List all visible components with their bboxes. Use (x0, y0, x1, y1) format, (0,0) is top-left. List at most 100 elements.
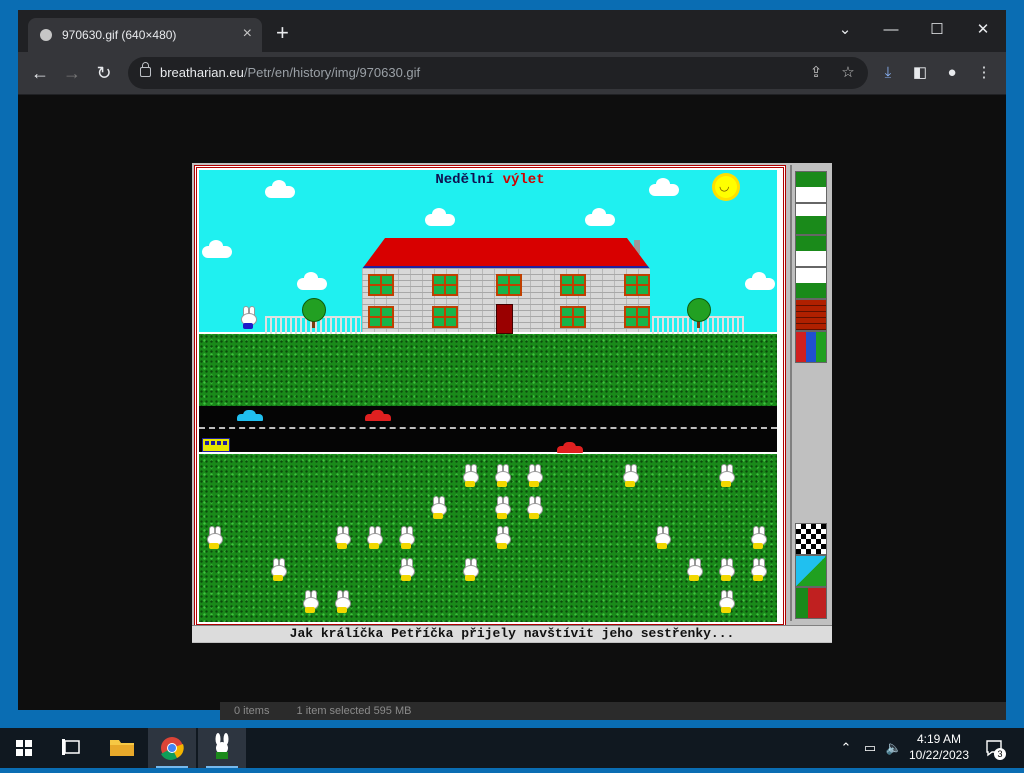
star-icon[interactable]: ☆ (838, 63, 858, 83)
cousin-bunny (494, 464, 511, 487)
bunny-pose-icon[interactable] (795, 203, 827, 235)
house-window (560, 306, 586, 328)
new-tab-button[interactable]: + (276, 22, 289, 44)
address-bar[interactable]: breatharian.eu/Petr/en/history/img/97063… (128, 57, 868, 89)
taskbar: ⌃ ▭ 🔈 4:19 AM 10/22/2023 3 (0, 728, 1024, 768)
cousin-bunny (270, 558, 287, 581)
folder-glyph (110, 740, 134, 756)
tab-title: 970630.gif (640×480) (62, 28, 177, 42)
checkers-icon[interactable] (795, 523, 827, 555)
tree-icon (687, 298, 711, 322)
back-icon[interactable]: ← (28, 61, 52, 85)
lane-marking (199, 427, 777, 429)
tab-active[interactable]: 970630.gif (640×480) × (28, 18, 262, 52)
close-window-button[interactable]: ✕ (960, 16, 1006, 44)
minimize-button[interactable]: — (868, 16, 914, 44)
cousin-bunny (334, 590, 351, 613)
notification-count-badge: 3 (994, 748, 1006, 760)
bunny-pose-icon[interactable] (795, 267, 827, 299)
task-view-glyph (62, 739, 80, 755)
clock-date: 10/22/2023 (908, 748, 970, 762)
menu-icon[interactable]: ⋮ (974, 63, 994, 83)
cousin-bunny (718, 590, 735, 613)
cousin-bunny (750, 558, 767, 581)
cousin-bunny (750, 526, 767, 549)
cloud-icon (297, 272, 327, 290)
house-window (496, 274, 522, 296)
cousin-bunny (494, 526, 511, 549)
car-icon (365, 410, 391, 421)
game-title-part2: výlet (502, 172, 545, 188)
tab-search-chevron-icon[interactable]: ⌄ (822, 16, 868, 44)
clock-time: 4:19 AM (916, 732, 962, 746)
cousin-bunny (302, 590, 319, 613)
explorer-status-bar: 0 items 1 item selected 595 MB (220, 702, 1006, 720)
maximize-button[interactable]: ☐ (914, 16, 960, 44)
cousin-bunny (462, 464, 479, 487)
bus-icon (202, 438, 230, 452)
download-icon[interactable]: ⤓ (878, 63, 898, 83)
grass-lower (199, 454, 777, 622)
chevron-up-icon[interactable]: ⌃ (838, 738, 854, 758)
sidepanel-icon[interactable]: ◧ (910, 63, 930, 83)
house-roof (362, 238, 650, 269)
bunny-pose-icon[interactable] (795, 171, 827, 203)
forward-icon[interactable]: → (60, 61, 84, 85)
system-clock[interactable]: 4:19 AM 10/22/2023 (904, 731, 974, 763)
sun-icon (715, 176, 737, 198)
road (199, 406, 777, 452)
cousin-bunny (622, 464, 639, 487)
cloud-icon (265, 180, 295, 198)
cloud-icon (585, 208, 615, 226)
profile-icon[interactable]: ● (942, 63, 962, 83)
tab-close-icon[interactable]: × (243, 25, 252, 43)
windows-logo (16, 740, 32, 756)
tiles-icon[interactable] (795, 331, 827, 363)
house-window (432, 306, 458, 328)
share-icon[interactable]: ⇪ (806, 63, 826, 83)
lock-icon[interactable] (140, 62, 151, 77)
url-host: breatharian.eu (160, 65, 244, 80)
bunny-glyph (215, 733, 229, 759)
paint-icon[interactable] (795, 555, 827, 587)
task-view-icon[interactable] (48, 728, 96, 768)
notification-icon[interactable]: 3 (982, 738, 1006, 764)
grass-upper (199, 334, 777, 406)
cousin-bunny (718, 558, 735, 581)
tab-strip: 970630.gif (640×480) × + ⌄ — ☐ ✕ (18, 10, 1006, 52)
volume-muted-icon[interactable]: 🔈 (884, 738, 904, 758)
page-content: Nedělní výlet ◡ Jak králíčka Petříčka př… (18, 95, 1006, 710)
brick-wall-icon[interactable] (795, 299, 827, 331)
game-caption: Jak králíčka Petříčka přijely navštívit … (192, 625, 832, 642)
network-icon[interactable]: ▭ (860, 738, 880, 758)
game-image: Nedělní výlet ◡ Jak králíčka Petříčka př… (192, 163, 832, 643)
car-icon (237, 410, 263, 421)
cousin-bunny (718, 464, 735, 487)
file-explorer-icon[interactable] (98, 728, 146, 768)
bunny-app-icon[interactable] (198, 728, 246, 768)
cousin-bunny (206, 526, 223, 549)
explorer-item-count: 0 items (234, 705, 270, 717)
url-path: /Petr/en/history/img/970630.gif (243, 65, 421, 80)
house-window (624, 274, 650, 296)
cousin-bunny (526, 496, 543, 519)
house-window (368, 306, 394, 328)
explorer-selection: 1 item selected 595 MB (296, 705, 412, 717)
cousin-bunny (462, 558, 479, 581)
petricek-bunny (240, 306, 257, 329)
reload-icon[interactable]: ↻ (92, 61, 116, 85)
chrome-icon[interactable] (148, 728, 196, 768)
cloud-icon (202, 240, 232, 258)
bunny-pose-icon[interactable] (795, 235, 827, 267)
windows-start-icon[interactable] (0, 728, 48, 768)
browser-window: 970630.gif (640×480) × + ⌄ — ☐ ✕ ← → ↻ b… (18, 10, 1006, 710)
house-window (624, 306, 650, 328)
exit-door-icon[interactable] (795, 587, 827, 619)
cousin-bunny (526, 464, 543, 487)
cloud-icon (745, 272, 775, 290)
url-text[interactable]: breatharian.eu/Petr/en/history/img/97063… (160, 65, 420, 80)
cousin-bunny (334, 526, 351, 549)
cloud-icon (649, 178, 679, 196)
house-door (496, 304, 513, 334)
game-title-part1: Nedělní (435, 172, 503, 188)
